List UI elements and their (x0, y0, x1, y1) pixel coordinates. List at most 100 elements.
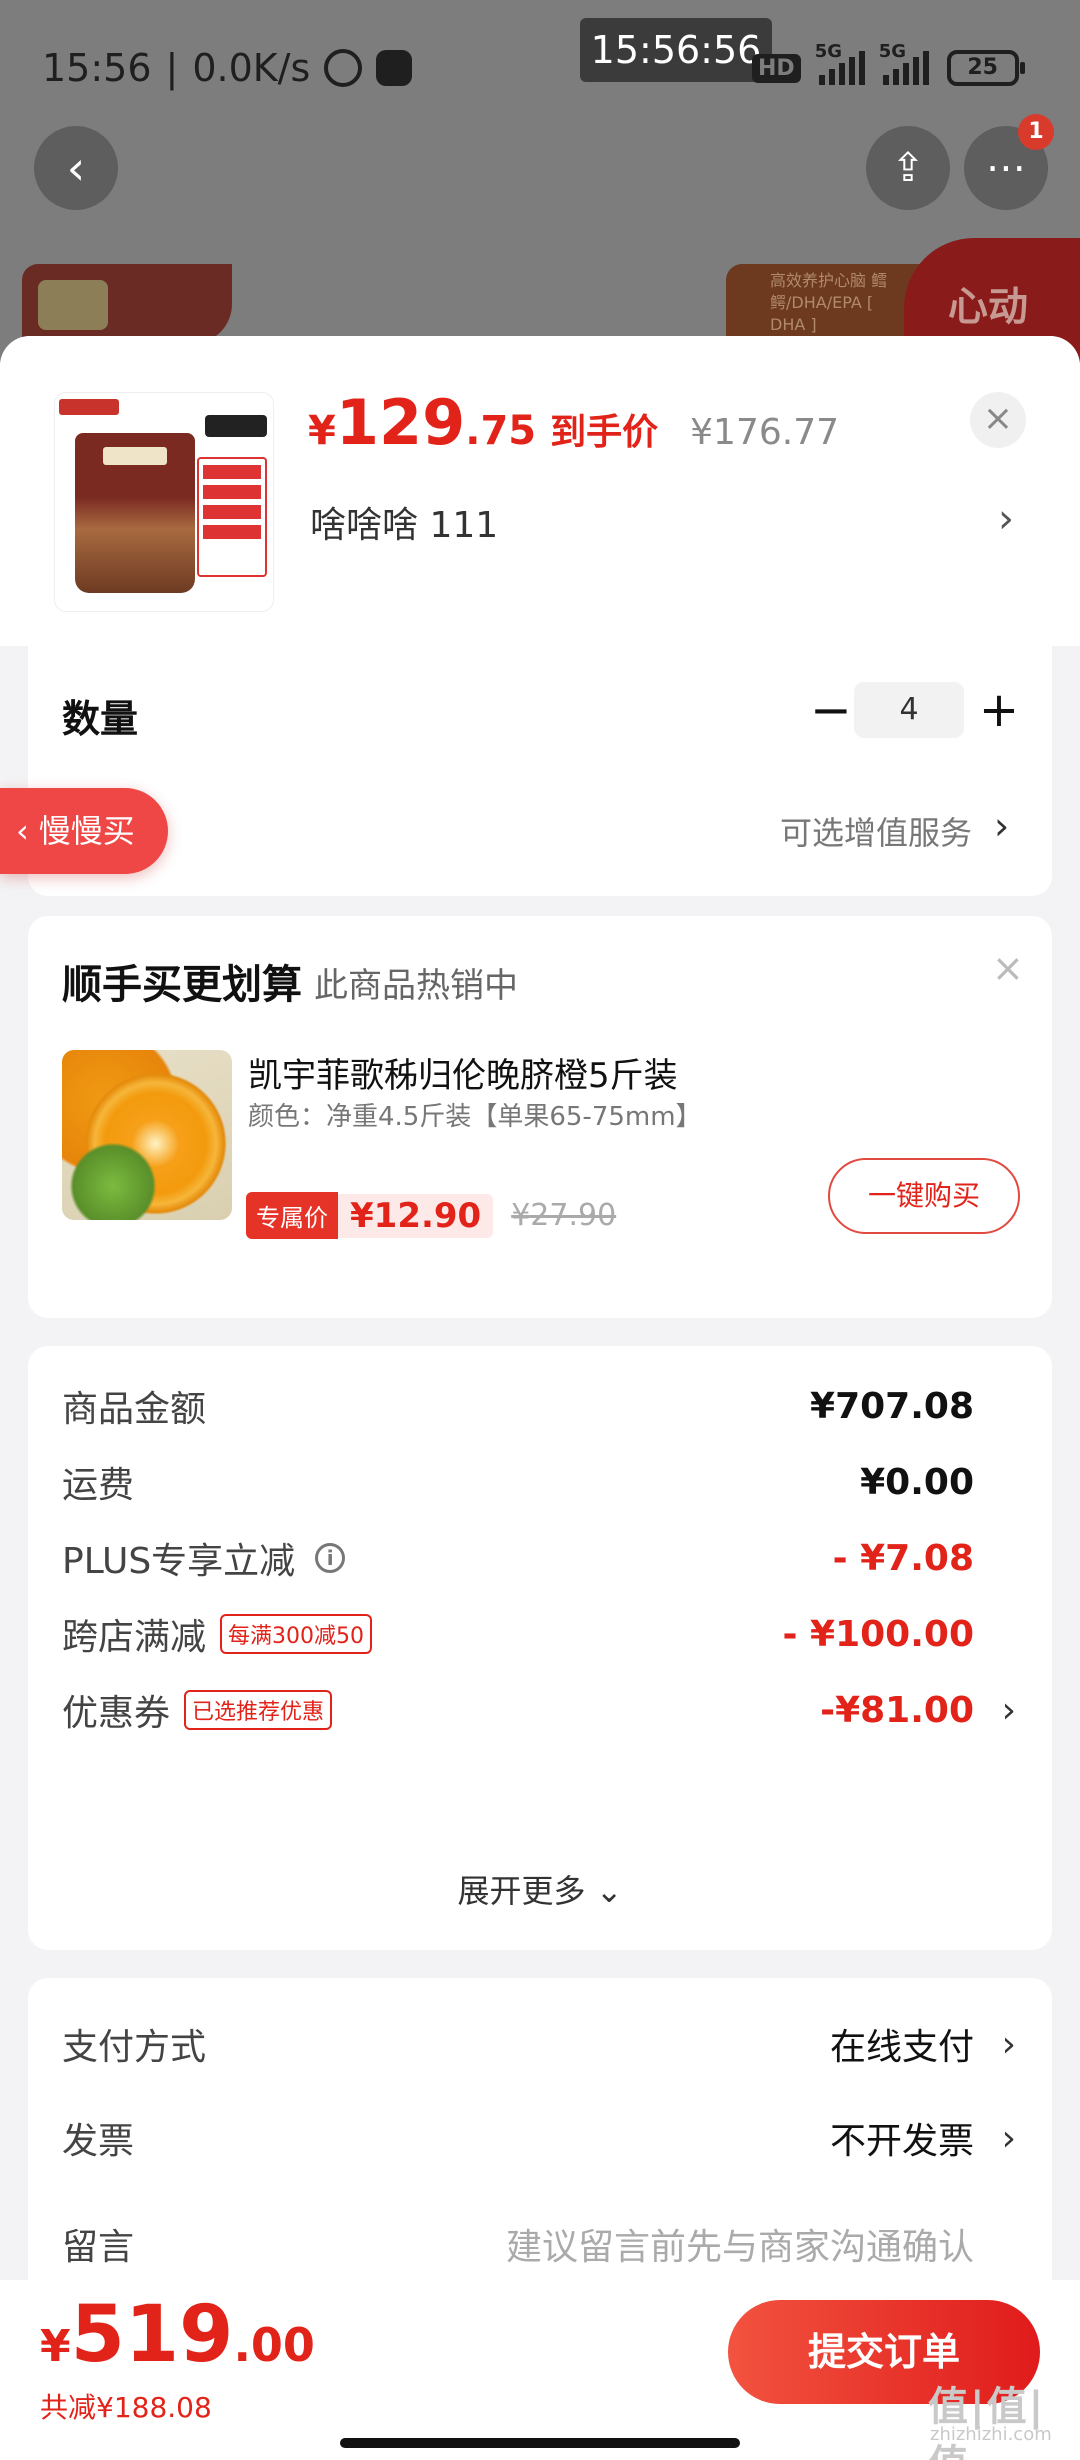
price-symbol: ¥ (308, 408, 336, 454)
price-decimal: .75 (465, 408, 537, 454)
summary-label: 跨店满减 (62, 1617, 207, 1658)
share-button[interactable]: ⇪ (866, 126, 950, 210)
recommendation-card: 顺手买更划算 此商品热销中 × 凯宇菲歌秭归伦晚脐橙5斤装 颜色：净重4.5斤装… (28, 916, 1052, 1318)
original-price: ¥176.77 (690, 412, 840, 453)
home-indicator[interactable] (340, 2438, 740, 2448)
float-pill-label: 慢慢买 (38, 812, 135, 850)
coupon-badge: 已选推荐优惠 (184, 1690, 333, 1730)
chevron-left-icon: ‹ (16, 812, 29, 850)
recommendation-title: 顺手买更划算 (62, 962, 302, 1008)
watermark-url: zhizhizhi.com (930, 2424, 1052, 2445)
share-icon: ⇪ (891, 145, 925, 191)
close-icon: × (982, 398, 1014, 439)
payment-value: 在线支付 (829, 2027, 974, 2068)
recommendation-price-value: ¥12.90 (338, 1193, 494, 1238)
promo-banner-text: 高效养护心脑 鳕鳄/DHA/EPA [ DHA ] (770, 271, 888, 334)
watermark-logo: 值|值|值 (928, 2384, 1046, 2460)
status-left: 15:56 | 0.0K/s (42, 46, 413, 90)
invoice-value: 不开发票 (829, 2121, 974, 2162)
summary-row-shipping: 运费 ¥0.00 (62, 1452, 1016, 1512)
quantity-label: 数量 (62, 697, 139, 741)
summary-value: ¥707.08 (810, 1385, 974, 1427)
total-saved: 共减¥188.08 (40, 2391, 212, 2424)
expand-label: 展开更多 (457, 1872, 586, 1910)
price-row: ¥ 129 .75 到手价 ¥176.77 (308, 386, 839, 459)
chevron-right-icon[interactable]: › (1002, 2024, 1016, 2065)
checkout-bar: ¥ 519 .00 共减¥188.08 提交订单 (0, 2280, 1080, 2460)
status-right: HD 5G 5G 25 (752, 41, 1025, 86)
summary-label: 商品金额 (62, 1389, 207, 1430)
recommendation-item-name[interactable]: 凯宇菲歌秭归伦晚脐橙5斤装 (248, 1048, 678, 1097)
recommendation-price: 专属价 ¥12.90 ¥27.90 (246, 1192, 616, 1239)
recommendation-item-spec: 颜色：净重4.5斤装【单果65-75mm】 (248, 1102, 702, 1132)
manmanmai-float-button[interactable]: ‹ 慢慢买 (0, 788, 168, 874)
summary-row-goods: 商品金额 ¥707.08 (62, 1376, 1016, 1436)
total-decimal: .00 (233, 2318, 315, 2372)
brand-logo-chip (59, 399, 119, 415)
price-tag: 到手价 (550, 412, 659, 453)
chevron-right-icon[interactable]: › (994, 804, 1009, 848)
more-icon: ⋯ (986, 145, 1026, 191)
summary-label: PLUS专享立减 (62, 1541, 296, 1582)
summary-row-plus: PLUS专享立减 i - ¥7.08 (62, 1528, 1016, 1588)
exclusive-price-tag: 专属价 (246, 1192, 338, 1239)
overlay-clock: 15:56:56 (580, 18, 772, 82)
signal-2-icon: 5G (879, 41, 929, 85)
expand-more-button[interactable]: 展开更多 ⌄ (28, 1866, 1052, 1912)
product-header: ¥ 129 .75 到手价 ¥176.77 × 啥啥啥 111 › (0, 336, 1080, 646)
summary-label: 优惠券 (62, 1693, 171, 1734)
status-bar: 15:56 | 0.0K/s 15:56:56 HD 5G 5G 25 (0, 0, 1080, 130)
product-badge (205, 415, 267, 437)
summary-value: ¥0.00 (860, 1461, 974, 1503)
invoice-label: 发票 (62, 2121, 135, 2162)
summary-row-coupon[interactable]: 优惠券 已选推荐优惠 -¥81.00 › (62, 1680, 1016, 1740)
invoice-row[interactable]: 发票 不开发票 › (62, 2108, 1016, 2168)
price-summary-card: 商品金额 ¥707.08 运费 ¥0.00 PLUS专享立减 i - ¥7.08… (28, 1346, 1052, 1950)
quantity-card: 数量 − 4 + 服务 可选增值服务 › (28, 646, 1052, 896)
promo-badge: 每满300减50 (220, 1614, 373, 1654)
close-button[interactable]: × (970, 392, 1026, 448)
message-label: 留言 (62, 2227, 135, 2268)
chevron-left-icon: ‹ (66, 141, 86, 195)
total-integer: 519 (70, 2290, 234, 2380)
chevron-right-icon[interactable]: › (1002, 1690, 1016, 1731)
chevron-down-icon: ⌄ (595, 1872, 623, 1910)
product-bag (75, 433, 195, 593)
product-image (54, 392, 274, 612)
product-promo-card (197, 457, 267, 577)
price-integer: 129 (335, 386, 466, 459)
order-sheet: ¥ 129 .75 到手价 ¥176.77 × 啥啥啥 111 › 数量 − 4… (0, 336, 1080, 2460)
signal-1-icon: 5G (815, 41, 865, 85)
service-value[interactable]: 可选增值服务 (780, 808, 972, 854)
app-notification-icon (376, 50, 413, 86)
payment-label: 支付方式 (62, 2027, 207, 2068)
summary-value: - ¥100.00 (782, 1613, 974, 1655)
more-button[interactable]: ⋯ 1 (964, 114, 1054, 210)
orange-product-image[interactable] (62, 1050, 232, 1220)
info-icon[interactable]: i (315, 1543, 346, 1573)
chevron-right-icon[interactable]: › (998, 496, 1014, 542)
summary-label: 运费 (62, 1465, 135, 1506)
alarm-icon (324, 49, 363, 87)
summary-value: -¥81.00 (820, 1689, 974, 1731)
summary-row-crossstore: 跨店满减 每满300减50 - ¥100.00 (62, 1604, 1016, 1664)
brand-logo (38, 280, 108, 330)
one-click-buy-button[interactable]: 一键购买 (828, 1158, 1020, 1234)
battery-icon: 25 (946, 50, 1025, 86)
status-time: 15:56 (42, 46, 152, 90)
quantity-input[interactable]: 4 (854, 682, 964, 738)
variant-selector[interactable]: 啥啥啥 111 (310, 496, 498, 548)
total-symbol: ¥ (40, 2321, 71, 2372)
recommendation-subtitle: 此商品热销中 (314, 966, 518, 1006)
back-button[interactable]: ‹ (34, 126, 118, 210)
hd-badge: HD (752, 53, 801, 83)
recommendation-original-price: ¥27.90 (511, 1198, 617, 1233)
message-input[interactable]: 建议留言前先与商家沟通确认 (506, 2218, 974, 2270)
close-icon[interactable]: × (992, 946, 1024, 990)
quantity-increase-button[interactable]: + (964, 670, 1034, 750)
total-price: ¥ 519 .00 (40, 2290, 315, 2380)
message-row[interactable]: 留言 建议留言前先与商家沟通确认 (62, 2214, 1016, 2274)
payment-method-row[interactable]: 支付方式 在线支付 › (62, 2014, 1016, 2074)
summary-value: - ¥7.08 (832, 1537, 974, 1579)
chevron-right-icon[interactable]: › (1002, 2118, 1016, 2159)
